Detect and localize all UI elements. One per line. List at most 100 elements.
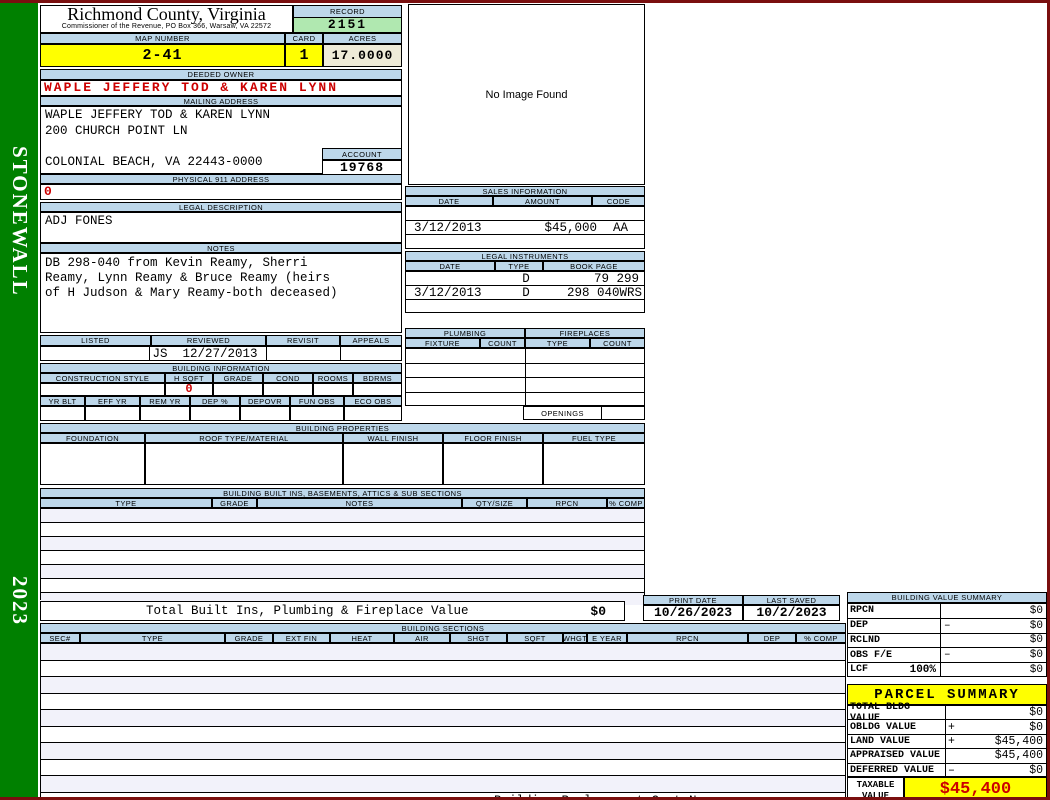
fireplace-type-header: TYPE [525, 338, 590, 348]
sales-amount: $45,000 [502, 221, 597, 235]
legal-type: D [502, 272, 550, 286]
hsqft-value: 0 [165, 383, 213, 396]
empty-row [406, 393, 644, 406]
mailing-line: WAPLE JEFFERY TOD & KAREN LYNN [45, 108, 401, 124]
revisit-header: REVISIT [266, 335, 340, 346]
summary-label: DEP [850, 620, 868, 631]
card-value: 1 [285, 44, 323, 67]
building-info-row2-values [40, 406, 402, 421]
floor-finish-value [443, 443, 543, 485]
legal-description-header: LEGAL DESCRIPTION [40, 202, 402, 212]
built-ins-total-label: Total Built Ins, Plumbing & Fireplace Va… [146, 604, 469, 618]
bdrms-header: BDRMS [353, 373, 402, 383]
built-ins-grade-header: GRADE [212, 498, 257, 508]
depovr-header: DEPOVR [240, 396, 290, 406]
heat-header: HEAT [330, 633, 394, 643]
last-saved-value: 10/2/2023 [743, 605, 840, 621]
built-ins-rpcn-header: RPCN [527, 498, 607, 508]
empty-row [406, 349, 644, 364]
floor-finish-header: FLOOR FINISH [443, 433, 543, 443]
parcel-label: OBLDG VALUE [848, 720, 946, 733]
legal-bookpage: 79 299 [550, 272, 644, 286]
empty-row [41, 727, 845, 744]
building-sections-rows: Building Replacement Cost New [40, 643, 846, 800]
empty-row [41, 694, 845, 711]
empty-row [41, 644, 845, 661]
hsqft-header: H SQFT [165, 373, 213, 383]
property-record-card: STONEWALL 2023 Richmond County, Virginia… [0, 0, 1050, 800]
taxable-value-label: TAXABLE VALUE [847, 777, 904, 800]
sidebar: STONEWALL 2023 [0, 3, 38, 797]
parcel-row: LAND VALUE +$45,400 [848, 735, 1046, 749]
parcel-op: + [946, 721, 960, 734]
sales-row: 3/12/2013 $45,000 AA [406, 221, 644, 235]
sales-row [406, 207, 644, 221]
comp-header: % COMP [796, 633, 846, 643]
legal-type: D [502, 286, 550, 300]
sec-header: SEC# [40, 633, 80, 643]
legal-bookpage: 298 040WRS [550, 286, 644, 300]
no-image-text: No Image Found [486, 89, 568, 101]
summary-op: – [941, 649, 956, 661]
appeals-value [341, 347, 401, 360]
empty-row [41, 551, 644, 565]
built-ins-comp-header: % COMP [607, 498, 645, 508]
card-header: CARD [285, 33, 323, 44]
sales-code: AA [597, 221, 644, 235]
revisit-value [267, 347, 341, 360]
legal-type-header: TYPE [495, 261, 543, 271]
plumbing-fireplace-rows [405, 348, 645, 406]
empty-row [41, 661, 845, 678]
empty-row [41, 743, 845, 760]
review-values: JS 12/27/2013 [40, 346, 402, 361]
sales-row [406, 235, 644, 248]
summary-row: DEP –$0 [848, 619, 1046, 634]
physical-address-value: 0 [40, 184, 402, 200]
built-ins-total-value: $0 [590, 604, 606, 619]
fireplaces-header: FIREPLACES [525, 328, 645, 338]
legal-row: D 79 299 [406, 272, 644, 286]
map-number-value: 2-41 [40, 44, 285, 67]
legal-date-header: DATE [405, 261, 495, 271]
reviewed-header: REVIEWED [151, 335, 266, 346]
building-info-row1-values: 0 [40, 383, 402, 396]
parcel-op: + [946, 735, 960, 748]
notes-line: of H Judson & Mary Reamy-both deceased) [45, 286, 401, 301]
building-info-header: BUILDING INFORMATION [40, 363, 402, 373]
shgt-header: SHGT [450, 633, 507, 643]
summary-row: RPCN $0 [848, 604, 1046, 619]
footer-row: Building Replacement Cost New [41, 793, 845, 800]
parcel-value: $45,400 [960, 749, 1046, 762]
print-date-header: PRINT DATE [643, 595, 743, 605]
fixture-header: FIXTURE [405, 338, 480, 348]
empty-row [406, 364, 644, 379]
district-name: STONEWALL [7, 146, 32, 297]
building-properties-header: BUILDING PROPERTIES [40, 423, 645, 433]
appeals-header: APPEALS [340, 335, 402, 346]
summary-op: – [941, 620, 956, 632]
parcel-row: OBLDG VALUE +$0 [848, 720, 1046, 734]
print-date-value: 10/26/2023 [643, 605, 743, 621]
replacement-cost-note: Building Replacement Cost New [494, 794, 712, 800]
mailing-line: 200 CHURCH POINT LN [45, 124, 401, 140]
parcel-value: $0 [960, 706, 1046, 719]
parcel-op: – [946, 764, 960, 777]
empty-row [406, 378, 644, 393]
reviewed-value: JS 12/27/2013 [150, 347, 266, 360]
sales-rows: 3/12/2013 $45,000 AA [405, 206, 645, 249]
empty-row [41, 776, 845, 793]
openings-label: OPENINGS [523, 406, 602, 420]
whgt-header: WHGT [563, 633, 587, 643]
sales-date: 3/12/2013 [406, 221, 502, 235]
parcel-row: DEFERRED VALUE –$0 [848, 764, 1046, 777]
foundation-value [40, 443, 145, 485]
record-value: 2151 [293, 17, 402, 33]
building-sections-header: BUILDING SECTIONS [40, 623, 846, 633]
summary-label: RCLND [850, 635, 880, 646]
fuel-type-header: FUEL TYPE [543, 433, 645, 443]
rooms-header: ROOMS [313, 373, 353, 383]
grade-value [213, 383, 263, 396]
acres-header: ACRES [323, 33, 402, 44]
last-saved-header: LAST SAVED [743, 595, 840, 605]
sales-amount-header: AMOUNT [493, 196, 592, 206]
